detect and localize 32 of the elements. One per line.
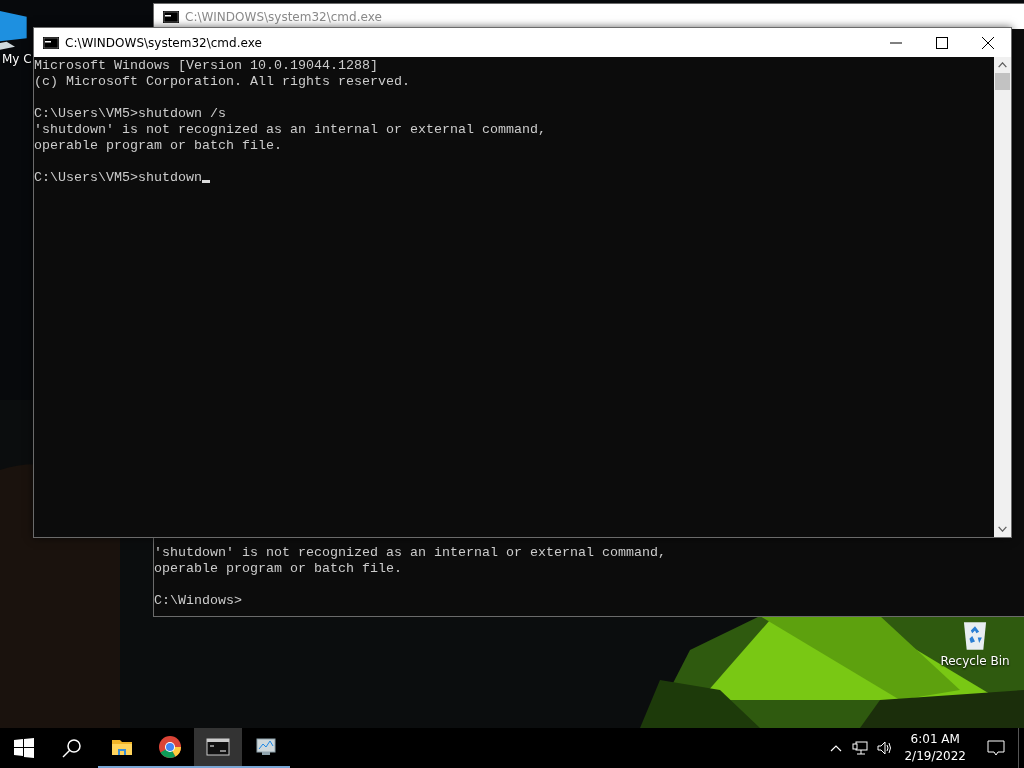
clock-date[interactable]: 2/19/2022	[904, 748, 966, 765]
console-line: (c) Microsoft Corporation. All rights reserved.	[34, 74, 410, 90]
console-line: operable program or batch file.	[34, 138, 282, 154]
window-title: C:\WINDOWS\system32\cmd.exe	[65, 35, 263, 50]
console-line: 'shutdown' is not recognized as an internal or external command,	[34, 122, 546, 138]
browser-icon	[158, 735, 182, 759]
computer-icon[interactable]	[0, 8, 30, 52]
scroll-up-icon[interactable]	[998, 62, 1007, 68]
console-line: operable program or batch file.	[154, 561, 402, 577]
console-line: C:\Windows>	[154, 593, 242, 609]
terminal-icon	[206, 735, 230, 759]
console-line: C:\Users\VM5>shutdown /s	[34, 106, 226, 122]
console-line: Microsoft Windows [Version 10.0.19044.1288]	[34, 58, 378, 74]
speaker-icon	[876, 740, 893, 756]
speech-bubble-icon	[987, 739, 1005, 757]
windows-logo-icon	[12, 736, 36, 760]
icon-label[interactable]: My C	[2, 52, 32, 66]
console-icon	[43, 36, 59, 49]
scrollbar[interactable]	[994, 57, 1011, 537]
search-icon	[60, 736, 84, 760]
window-title: C:\WINDOWS\system32\cmd.exe	[185, 9, 383, 24]
taskbar-button[interactable]	[194, 728, 242, 768]
clock-time[interactable]: 6:01 AM	[910, 731, 960, 748]
console-icon	[163, 10, 179, 23]
scroll-down-icon[interactable]	[998, 526, 1007, 532]
console-line: 'shutdown' is not recognized as an internal or external command,	[154, 545, 666, 561]
network-icon	[852, 740, 869, 756]
icon-label[interactable]: Recycle Bin	[940, 654, 1010, 668]
console-line: C:\Users\VM5>shutdown	[34, 170, 202, 186]
scroll-thumb[interactable]	[995, 73, 1010, 90]
maximize-icon	[936, 36, 948, 49]
close-icon	[982, 36, 994, 49]
